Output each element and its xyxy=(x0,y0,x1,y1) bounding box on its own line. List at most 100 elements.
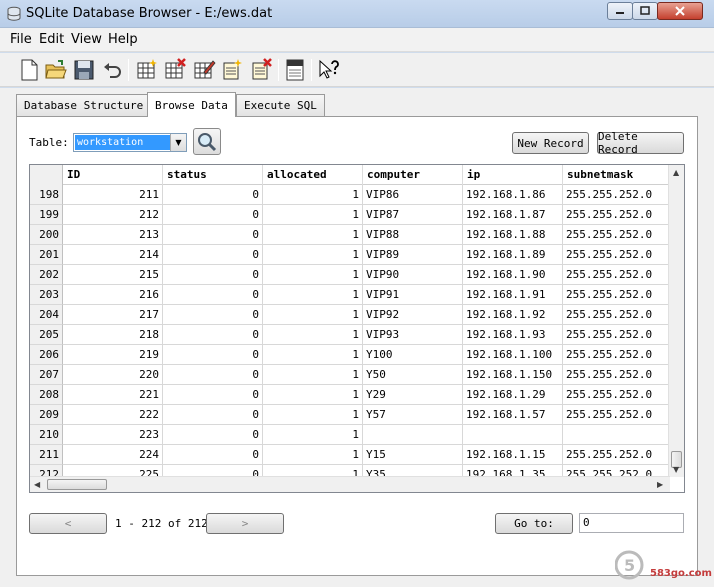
cell-status[interactable]: 0 xyxy=(163,305,263,325)
cell-allocated[interactable]: 1 xyxy=(263,445,363,465)
table-row[interactable]: 199 212 0 1 VIP87 192.168.1.87 255.255.252.0 xyxy=(30,205,670,225)
column-header[interactable]: subnetmask xyxy=(563,165,670,185)
scroll-up-icon[interactable]: ▲ xyxy=(673,168,679,177)
cell-subnetmask[interactable]: 255.255.252.0 xyxy=(563,345,670,365)
cell-ip[interactable]: 192.168.1.90 xyxy=(463,265,563,285)
cell-status[interactable]: 0 xyxy=(163,385,263,405)
cell-ip[interactable]: 192.168.1.15 xyxy=(463,445,563,465)
new-record-button[interactable]: New Record xyxy=(512,132,589,154)
cell-computer[interactable] xyxy=(363,425,463,445)
cell-allocated[interactable]: 1 xyxy=(263,185,363,205)
cell-subnetmask[interactable]: 255.255.252.0 xyxy=(563,445,670,465)
cell-ip[interactable]: 192.168.1.92 xyxy=(463,305,563,325)
open-folder-icon[interactable] xyxy=(44,58,68,82)
next-page-button[interactable]: > xyxy=(206,513,284,534)
cell-subnetmask[interactable]: 255.255.252.0 xyxy=(563,405,670,425)
horizontal-scrollbar[interactable]: ◀ ▶ xyxy=(30,476,670,492)
maximize-button[interactable] xyxy=(632,2,658,20)
cell-computer[interactable]: VIP87 xyxy=(363,205,463,225)
cell-status[interactable]: 0 xyxy=(163,345,263,365)
cell-id[interactable]: 214 xyxy=(63,245,163,265)
table-row[interactable]: 208 221 0 1 Y29 192.168.1.29 255.255.252.0 xyxy=(30,385,670,405)
vertical-scrollbar[interactable]: ▲ ▼ xyxy=(668,165,684,477)
column-header[interactable]: status xyxy=(163,165,263,185)
cell-subnetmask[interactable]: 255.255.252.0 xyxy=(563,265,670,285)
cell-subnetmask[interactable]: 255.255.252.0 xyxy=(563,365,670,385)
cell-computer[interactable]: Y100 xyxy=(363,345,463,365)
cell-allocated[interactable]: 1 xyxy=(263,345,363,365)
cell-computer[interactable]: Y57 xyxy=(363,405,463,425)
undo-icon[interactable] xyxy=(100,58,124,82)
whats-this-icon[interactable] xyxy=(317,58,341,82)
cell-computer[interactable]: Y50 xyxy=(363,365,463,385)
cell-id[interactable]: 218 xyxy=(63,325,163,345)
column-header[interactable]: computer xyxy=(363,165,463,185)
cell-allocated[interactable]: 1 xyxy=(263,305,363,325)
cell-ip[interactable]: 192.168.1.91 xyxy=(463,285,563,305)
create-index-icon[interactable] xyxy=(220,58,244,82)
cell-subnetmask[interactable]: 255.255.252.0 xyxy=(563,185,670,205)
tab-database-structure[interactable]: Database Structure xyxy=(16,94,152,116)
cell-computer[interactable]: VIP89 xyxy=(363,245,463,265)
cell-ip[interactable]: 192.168.1.93 xyxy=(463,325,563,345)
minimize-button[interactable] xyxy=(607,2,633,20)
cell-status[interactable]: 0 xyxy=(163,325,263,345)
search-button[interactable] xyxy=(193,128,221,155)
cell-status[interactable]: 0 xyxy=(163,185,263,205)
delete-index-icon[interactable] xyxy=(249,58,273,82)
table-row[interactable]: 198 211 0 1 VIP86 192.168.1.86 255.255.252.0 xyxy=(30,185,670,205)
cell-id[interactable]: 217 xyxy=(63,305,163,325)
cell-status[interactable]: 0 xyxy=(163,425,263,445)
cell-computer[interactable]: Y29 xyxy=(363,385,463,405)
tab-execute-sql[interactable]: Execute SQL xyxy=(236,94,325,116)
cell-subnetmask[interactable]: 255.255.252.0 xyxy=(563,325,670,345)
table-row[interactable]: 201 214 0 1 VIP89 192.168.1.89 255.255.252.0 xyxy=(30,245,670,265)
cell-status[interactable]: 0 xyxy=(163,405,263,425)
table-row[interactable]: 203 216 0 1 VIP91 192.168.1.91 255.255.252.0 xyxy=(30,285,670,305)
modify-table-icon[interactable] xyxy=(192,58,216,82)
table-row[interactable]: 202 215 0 1 VIP90 192.168.1.90 255.255.252.0 xyxy=(30,265,670,285)
column-header[interactable]: ip xyxy=(463,165,563,185)
cell-status[interactable]: 0 xyxy=(163,285,263,305)
cell-computer[interactable]: VIP90 xyxy=(363,265,463,285)
scroll-down-icon[interactable]: ▼ xyxy=(673,465,679,474)
delete-record-button[interactable]: Delete Record xyxy=(597,130,684,156)
cell-id[interactable]: 212 xyxy=(63,205,163,225)
scroll-right-icon[interactable]: ▶ xyxy=(657,480,663,489)
cell-allocated[interactable]: 1 xyxy=(263,285,363,305)
cell-id[interactable]: 223 xyxy=(63,425,163,445)
cell-id[interactable]: 215 xyxy=(63,265,163,285)
column-header[interactable]: allocated xyxy=(263,165,363,185)
save-icon[interactable] xyxy=(72,58,96,82)
cell-allocated[interactable]: 1 xyxy=(263,385,363,405)
cell-computer[interactable]: VIP93 xyxy=(363,325,463,345)
cell-allocated[interactable]: 1 xyxy=(263,245,363,265)
table-row[interactable]: 200 213 0 1 VIP88 192.168.1.88 255.255.252.0 xyxy=(30,225,670,245)
cell-id[interactable]: 221 xyxy=(63,385,163,405)
table-row[interactable]: 210 223 0 1 xyxy=(30,425,670,445)
menu-file[interactable]: File xyxy=(10,32,32,47)
cell-subnetmask[interactable]: 255.255.252.0 xyxy=(563,205,670,225)
table-row[interactable]: 206 219 0 1 Y100 192.168.1.100 255.255.252.0 xyxy=(30,345,670,365)
cell-id[interactable]: 222 xyxy=(63,405,163,425)
cell-ip[interactable]: 192.168.1.100 xyxy=(463,345,563,365)
cell-id[interactable]: 224 xyxy=(63,445,163,465)
cell-id[interactable]: 213 xyxy=(63,225,163,245)
cell-computer[interactable]: VIP88 xyxy=(363,225,463,245)
table-row[interactable]: 211 224 0 1 Y15 192.168.1.15 255.255.252.0 xyxy=(30,445,670,465)
cell-subnetmask[interactable]: 255.255.252.0 xyxy=(563,245,670,265)
column-header[interactable]: ID xyxy=(63,165,163,185)
cell-ip[interactable]: 192.168.1.29 xyxy=(463,385,563,405)
cell-id[interactable]: 220 xyxy=(63,365,163,385)
cell-ip[interactable]: 192.168.1.57 xyxy=(463,405,563,425)
goto-button[interactable]: Go to: xyxy=(495,513,573,534)
cell-allocated[interactable]: 1 xyxy=(263,405,363,425)
cell-allocated[interactable]: 1 xyxy=(263,325,363,345)
cell-subnetmask[interactable] xyxy=(563,425,670,445)
chevron-down-icon[interactable]: ▼ xyxy=(170,134,186,151)
cell-status[interactable]: 0 xyxy=(163,365,263,385)
cell-subnetmask[interactable]: 255.255.252.0 xyxy=(563,385,670,405)
cell-computer[interactable]: Y15 xyxy=(363,445,463,465)
cell-allocated[interactable]: 1 xyxy=(263,425,363,445)
menu-edit[interactable]: Edit xyxy=(39,32,64,47)
